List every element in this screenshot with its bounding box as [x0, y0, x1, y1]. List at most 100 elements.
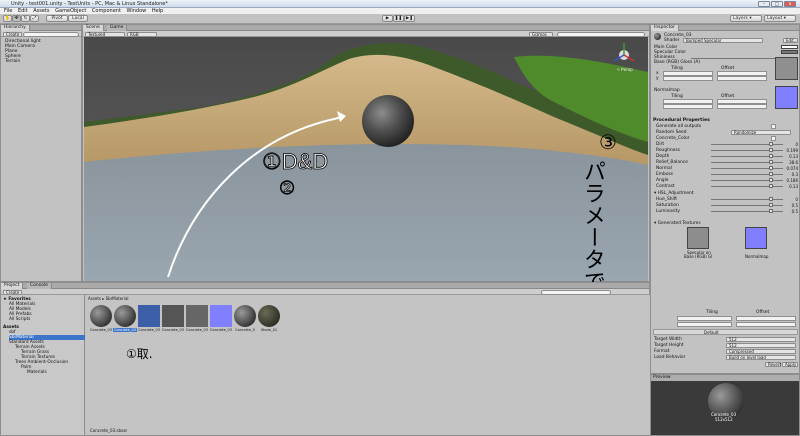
procedural-property-checkbox[interactable]	[771, 124, 776, 129]
procedural-property-slider-knob[interactable]	[768, 154, 773, 158]
platform-tab[interactable]: Default	[653, 329, 798, 335]
asset-grid: Assets ▸ SbrMaterial Concrete_03 Concret…	[86, 295, 650, 435]
rotate-tool-button[interactable]: ↻	[21, 15, 30, 22]
preview-size: 512x512	[715, 417, 733, 422]
move-tool-button[interactable]: ✥	[12, 15, 21, 22]
annotation-step2: ②	[279, 178, 295, 198]
procedural-property-slider-knob[interactable]	[768, 166, 773, 170]
hsl-property-value[interactable]: 0	[785, 197, 798, 202]
asset-item[interactable]: Concrete_03	[90, 305, 112, 333]
procedural-property-value[interactable]: 0.186	[785, 178, 798, 183]
normalmap-label: Normalmap	[654, 88, 680, 93]
procedural-property-value[interactable]: 0	[785, 142, 798, 147]
pause-button[interactable]: ❚❚	[393, 15, 404, 22]
asset-item[interactable]: Concrete_03	[138, 305, 160, 333]
hsl-property-slider-knob[interactable]	[768, 197, 773, 201]
layers-dropdown[interactable]: Layers ▾	[730, 15, 762, 22]
asset-item[interactable]: Stone_01	[258, 305, 280, 333]
procedural-property-label: Relief_Balance	[656, 160, 688, 165]
shininess-slider[interactable]	[691, 58, 776, 59]
procedural-property-value[interactable]: 38.6	[785, 160, 798, 165]
shader-dropdown[interactable]: Bumped Specular	[683, 38, 763, 43]
target-width-label: Target Width	[654, 337, 682, 342]
scale-tool-button[interactable]: ⤢	[30, 15, 39, 22]
hand-tool-button[interactable]: ✋	[3, 15, 12, 22]
generated-base-label: Base (RGB) Gl	[684, 254, 713, 259]
favorite-item[interactable]: All Scripts	[9, 317, 30, 322]
procedural-property-value[interactable]: 0.074	[785, 166, 798, 171]
asset-item[interactable]: Concrete_0	[234, 305, 256, 333]
apply-button[interactable]: Apply	[782, 362, 798, 367]
sphere-object[interactable]	[362, 95, 414, 147]
procedural-property-value[interactable]: 0.13	[785, 184, 798, 189]
generated-normal-thumb[interactable]	[745, 227, 767, 249]
hierarchy-search-input[interactable]	[23, 31, 79, 37]
procedural-property-slider-knob[interactable]	[768, 184, 773, 188]
folder-item[interactable]: Materials	[27, 370, 47, 375]
format-dropdown[interactable]: Compressed	[726, 349, 796, 354]
hsl-property-value[interactable]: 0.5	[785, 209, 798, 214]
asset-item[interactable]: Concrete_03	[186, 305, 208, 333]
load-behavior-dropdown[interactable]: Build on level load	[726, 355, 796, 360]
hierarchy-create-button[interactable]: Create	[3, 31, 23, 37]
generated-base-thumb[interactable]	[687, 227, 709, 249]
tiling-x-field-3[interactable]	[677, 316, 732, 321]
asset-label: Concrete_03	[138, 328, 160, 332]
asset-label: Concrete_03	[113, 328, 137, 332]
pivot-toggle[interactable]: Pivot	[46, 15, 68, 22]
normal-offset-y-field[interactable]	[717, 104, 767, 109]
shader-label: Shader	[664, 38, 680, 43]
hsl-property-slider-knob[interactable]	[768, 209, 773, 213]
render-mode-dropdown[interactable]: RGB	[127, 31, 157, 37]
tiling-y-field[interactable]	[663, 76, 713, 81]
asset-item[interactable]: Concrete_03	[210, 305, 232, 333]
procedural-property-value[interactable]: 0.3	[785, 172, 798, 177]
shader-edit-button[interactable]: Edit...	[783, 38, 798, 43]
target-height-dropdown[interactable]: 512	[726, 343, 796, 348]
asset-label: Concrete_03	[186, 328, 208, 332]
procedural-property-slider-knob[interactable]	[768, 148, 773, 152]
scene-search-input[interactable]	[557, 31, 645, 37]
revert-button[interactable]: Revert	[765, 362, 781, 367]
target-width-dropdown[interactable]: 512	[726, 337, 796, 342]
normalmap-slot[interactable]	[775, 86, 798, 109]
offset-x-field-3[interactable]	[736, 316, 796, 321]
minimize-button[interactable]: –	[758, 1, 770, 7]
tab-inspector[interactable]: Inspector	[651, 25, 679, 31]
local-toggle[interactable]: Local	[68, 15, 88, 22]
project-search-input[interactable]	[541, 289, 611, 295]
asset-item-selected[interactable]: Concrete_03	[113, 305, 137, 333]
project-create-button[interactable]: Create	[3, 289, 23, 295]
asset-item[interactable]: Concrete_03	[162, 305, 184, 333]
normal-tiling-y-field[interactable]	[663, 104, 713, 109]
maximize-button[interactable]: □	[771, 1, 783, 7]
scene-viewport[interactable]: < Persp ①D&D ② ③	[84, 37, 648, 281]
specular-color-swatch[interactable]	[781, 50, 798, 54]
play-button[interactable]: ▶	[382, 15, 393, 22]
procedural-property-checkbox[interactable]	[771, 136, 776, 141]
procedural-property-slider-knob[interactable]	[768, 178, 773, 182]
main-color-swatch[interactable]	[781, 45, 798, 49]
hsl-property-value[interactable]: 0.5	[785, 203, 798, 208]
offset-y-field-3[interactable]	[736, 322, 796, 327]
window-title: Unity - test001.unity - TestUnits - PC, …	[11, 1, 168, 7]
hierarchy-item-terrain[interactable]: Terrain	[5, 59, 20, 64]
asset-label: Concrete_03	[210, 328, 232, 332]
procedural-property-slider-knob[interactable]	[768, 142, 773, 146]
hsl-property-slider-knob[interactable]	[768, 203, 773, 207]
procedural-property-value[interactable]: 0.199	[785, 148, 798, 153]
gizmos-dropdown[interactable]: Gizmos	[529, 31, 553, 37]
shading-dropdown[interactable]: Textured	[85, 31, 125, 37]
offset-y-field[interactable]	[717, 76, 767, 81]
asset-label: Stone_01	[260, 328, 278, 332]
layout-dropdown[interactable]: Layout ▾	[764, 15, 796, 22]
tiling-y-field-3[interactable]	[677, 322, 732, 327]
close-button[interactable]: ✕	[784, 1, 796, 7]
procedural-property-value[interactable]: 0.13	[785, 154, 798, 159]
procedural-property-slider-knob[interactable]	[768, 160, 773, 164]
procedural-property-slider-knob[interactable]	[768, 172, 773, 176]
y-label: y	[656, 76, 659, 81]
step-button[interactable]: ▶❚	[404, 15, 415, 22]
randomize-button[interactable]: Randomize	[731, 130, 791, 135]
base-texture-slot[interactable]	[775, 57, 798, 80]
